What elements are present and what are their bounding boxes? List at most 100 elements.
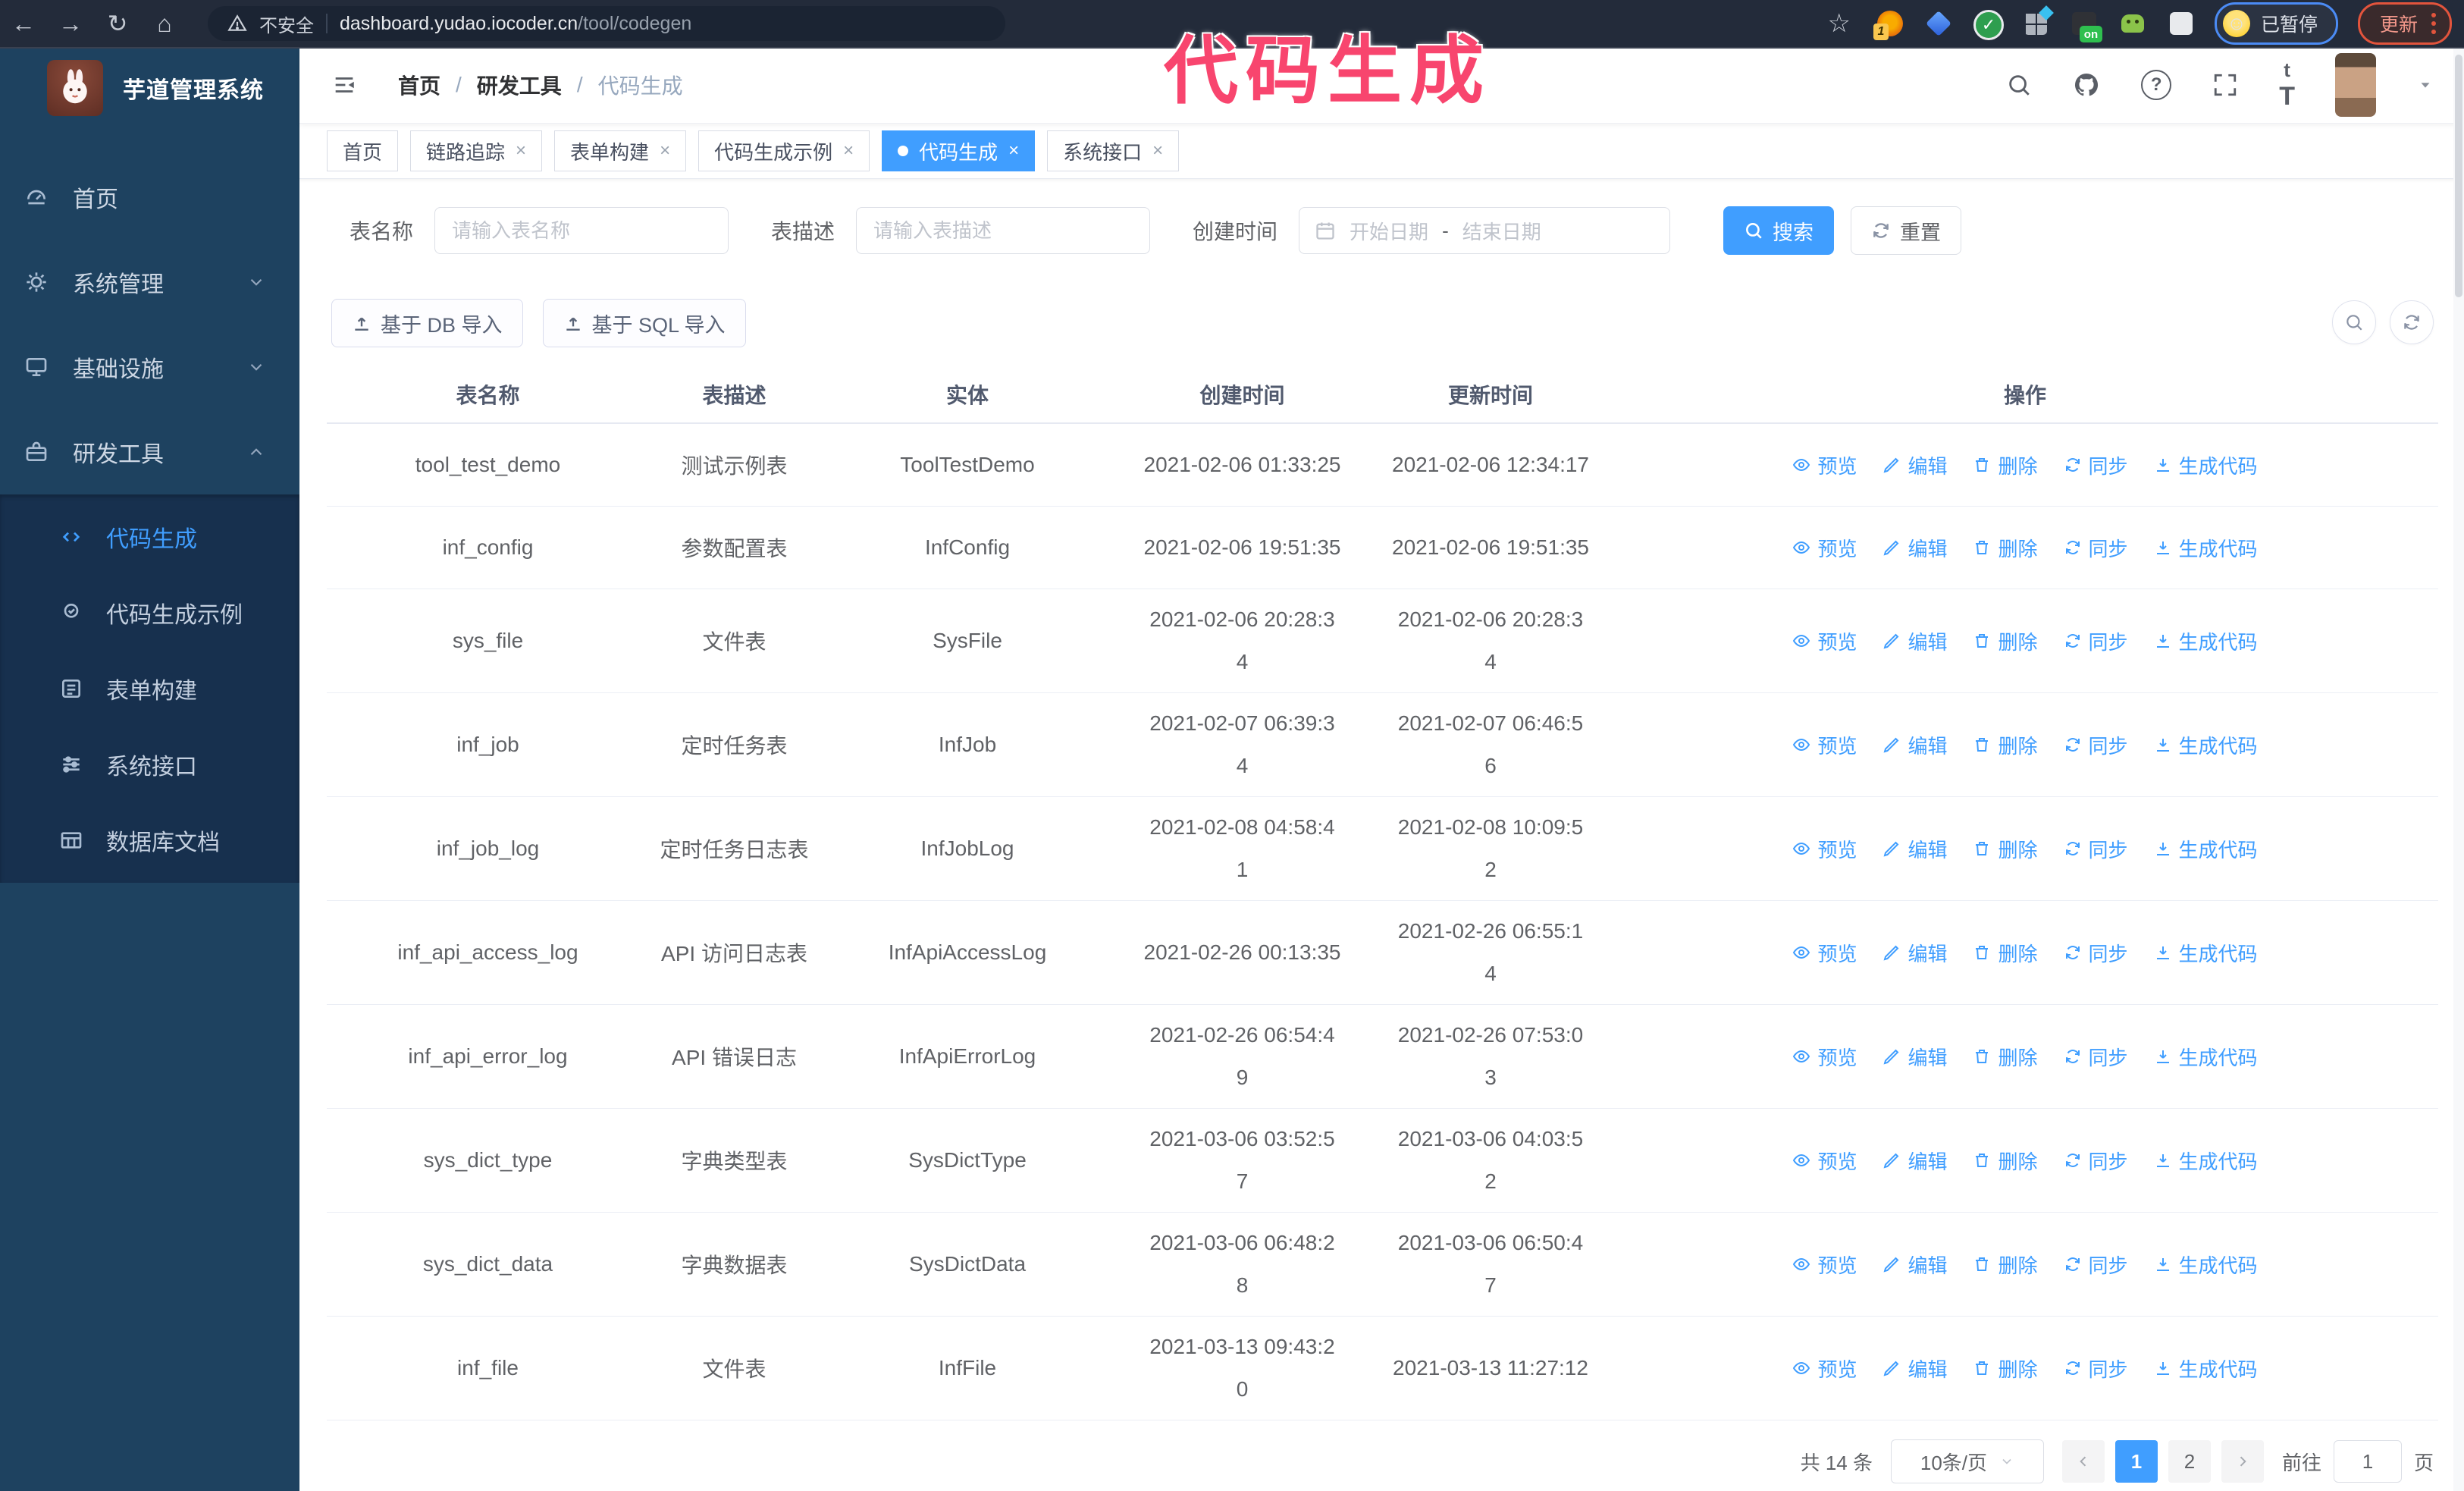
refresh-button[interactable]	[2390, 300, 2434, 344]
generate-code-link[interactable]: 生成代码	[2154, 939, 2258, 967]
sidebar-item-system[interactable]: 系统管理	[0, 240, 299, 325]
generate-code-link[interactable]: 生成代码	[2154, 534, 2258, 562]
delete-link[interactable]: 删除	[1973, 939, 2038, 967]
extension-grid-icon[interactable]	[2022, 5, 2054, 37]
sync-link[interactable]: 同步	[2064, 1251, 2128, 1279]
preview-link[interactable]: 预览	[1792, 731, 1857, 759]
sidebar-subitem-codegen[interactable]: 代码生成	[0, 499, 299, 575]
user-menu-caret-icon[interactable]	[2417, 77, 2434, 93]
preview-link[interactable]: 预览	[1792, 534, 1857, 562]
next-page-button[interactable]	[2221, 1440, 2264, 1483]
edit-link[interactable]: 编辑	[1882, 1043, 1947, 1071]
prev-page-button[interactable]	[2061, 1440, 2105, 1483]
logo-row[interactable]: 芋道管理系统	[0, 47, 299, 129]
generate-code-link[interactable]: 生成代码	[2154, 1043, 2258, 1071]
sidebar-subitem-form-builder[interactable]: 表单构建	[0, 651, 299, 727]
generate-code-link[interactable]: 生成代码	[2154, 835, 2258, 863]
search-icon[interactable]	[2006, 72, 2032, 98]
generate-code-link[interactable]: 生成代码	[2154, 451, 2258, 479]
preview-link[interactable]: 预览	[1792, 1147, 1857, 1175]
preview-link[interactable]: 预览	[1792, 835, 1857, 863]
preview-link[interactable]: 预览	[1792, 1043, 1857, 1071]
delete-link[interactable]: 删除	[1973, 731, 2038, 759]
sync-link[interactable]: 同步	[2064, 534, 2128, 562]
sidebar-item-infra[interactable]: 基础设施	[0, 325, 299, 410]
reload-icon[interactable]: ↻	[94, 9, 141, 38]
sync-link[interactable]: 同步	[2064, 1043, 2128, 1071]
sync-link[interactable]: 同步	[2064, 1354, 2128, 1383]
preview-link[interactable]: 预览	[1792, 1354, 1857, 1383]
sidebar-item-home[interactable]: 首页	[0, 155, 299, 240]
close-icon[interactable]: ×	[1008, 142, 1019, 160]
preview-link[interactable]: 预览	[1792, 627, 1857, 655]
extension-check-icon[interactable]: ✓	[1973, 10, 2004, 40]
extension-puzzle-icon[interactable]	[2168, 10, 2195, 37]
sync-link[interactable]: 同步	[2064, 451, 2128, 479]
page-number-button[interactable]: 2	[2168, 1440, 2211, 1483]
back-icon[interactable]: ←	[0, 10, 47, 38]
bookmark-star-icon[interactable]: ☆	[1827, 8, 1850, 39]
browser-menu-kebab-icon[interactable]	[2431, 13, 2436, 34]
github-icon[interactable]	[2073, 71, 2100, 99]
breadcrumb-home[interactable]: 首页	[398, 70, 440, 100]
generate-code-link[interactable]: 生成代码	[2154, 731, 2258, 759]
delete-link[interactable]: 删除	[1973, 627, 2038, 655]
sync-link[interactable]: 同步	[2064, 939, 2128, 967]
sidebar-collapse-icon[interactable]	[330, 72, 359, 98]
table-name-input[interactable]	[434, 207, 729, 254]
edit-link[interactable]: 编辑	[1882, 835, 1947, 863]
browser-update-button[interactable]: 更新	[2357, 2, 2452, 45]
page-number-button[interactable]: 1	[2114, 1440, 2158, 1483]
sync-link[interactable]: 同步	[2064, 1147, 2128, 1175]
delete-link[interactable]: 删除	[1973, 451, 2038, 479]
close-icon[interactable]: ×	[1152, 142, 1163, 160]
delete-link[interactable]: 删除	[1973, 1147, 2038, 1175]
sync-link[interactable]: 同步	[2064, 835, 2128, 863]
table-desc-input[interactable]	[856, 207, 1151, 254]
toggle-search-button[interactable]	[2332, 300, 2376, 344]
forward-icon[interactable]: →	[47, 10, 94, 38]
fullscreen-icon[interactable]	[2212, 72, 2238, 98]
import-db-button[interactable]: 基于 DB 导入	[331, 299, 523, 347]
font-size-icon[interactable]: tT	[2279, 58, 2295, 111]
edit-link[interactable]: 编辑	[1882, 1354, 1947, 1383]
sidebar-subitem-system-api[interactable]: 系统接口	[0, 727, 299, 802]
help-icon[interactable]: ?	[2141, 70, 2172, 100]
sidebar-item-devtools[interactable]: 研发工具	[0, 410, 299, 494]
edit-link[interactable]: 编辑	[1882, 939, 1947, 967]
date-range-picker[interactable]: 开始日期 - 结束日期	[1299, 207, 1671, 254]
page-size-select[interactable]: 10条/页	[1890, 1439, 2044, 1483]
delete-link[interactable]: 删除	[1973, 1043, 2038, 1071]
preview-link[interactable]: 预览	[1792, 1251, 1857, 1279]
sync-link[interactable]: 同步	[2064, 627, 2128, 655]
tag-tracing[interactable]: 链路追踪 ×	[410, 130, 543, 171]
import-sql-button[interactable]: 基于 SQL 导入	[542, 299, 746, 347]
extension-droid-icon[interactable]	[2119, 10, 2146, 37]
extension-gem-icon[interactable]	[1925, 10, 1952, 37]
profile-paused-badge[interactable]: ☺ 已暂停	[2214, 2, 2338, 45]
generate-code-link[interactable]: 生成代码	[2154, 1251, 2258, 1279]
edit-link[interactable]: 编辑	[1882, 451, 1947, 479]
tag-home[interactable]: 首页	[327, 130, 399, 171]
delete-link[interactable]: 删除	[1973, 534, 2038, 562]
edit-link[interactable]: 编辑	[1882, 1251, 1947, 1279]
tag-codegen-example[interactable]: 代码生成示例 ×	[698, 130, 870, 171]
home-icon[interactable]: ⌂	[141, 10, 188, 38]
delete-link[interactable]: 删除	[1973, 1354, 2038, 1383]
generate-code-link[interactable]: 生成代码	[2154, 1147, 2258, 1175]
security-warning-label[interactable]: 不安全	[259, 11, 314, 37]
close-icon[interactable]: ×	[516, 142, 526, 160]
generate-code-link[interactable]: 生成代码	[2154, 1354, 2258, 1383]
tag-system-api[interactable]: 系统接口 ×	[1047, 130, 1180, 171]
sidebar-subitem-codegen-example[interactable]: 代码生成示例	[0, 575, 299, 651]
reset-button[interactable]: 重置	[1851, 206, 1962, 255]
edit-link[interactable]: 编辑	[1882, 627, 1947, 655]
delete-link[interactable]: 删除	[1973, 835, 2038, 863]
sync-link[interactable]: 同步	[2064, 731, 2128, 759]
scrollbar-thumb[interactable]	[2455, 55, 2462, 297]
url-text[interactable]: dashboard.yudao.iocoder.cn/tool/codegen	[340, 13, 691, 35]
tag-codegen[interactable]: 代码生成 ×	[882, 130, 1036, 171]
edit-link[interactable]: 编辑	[1882, 1147, 1947, 1175]
edit-link[interactable]: 编辑	[1882, 534, 1947, 562]
search-button[interactable]: 搜索	[1723, 206, 1835, 255]
